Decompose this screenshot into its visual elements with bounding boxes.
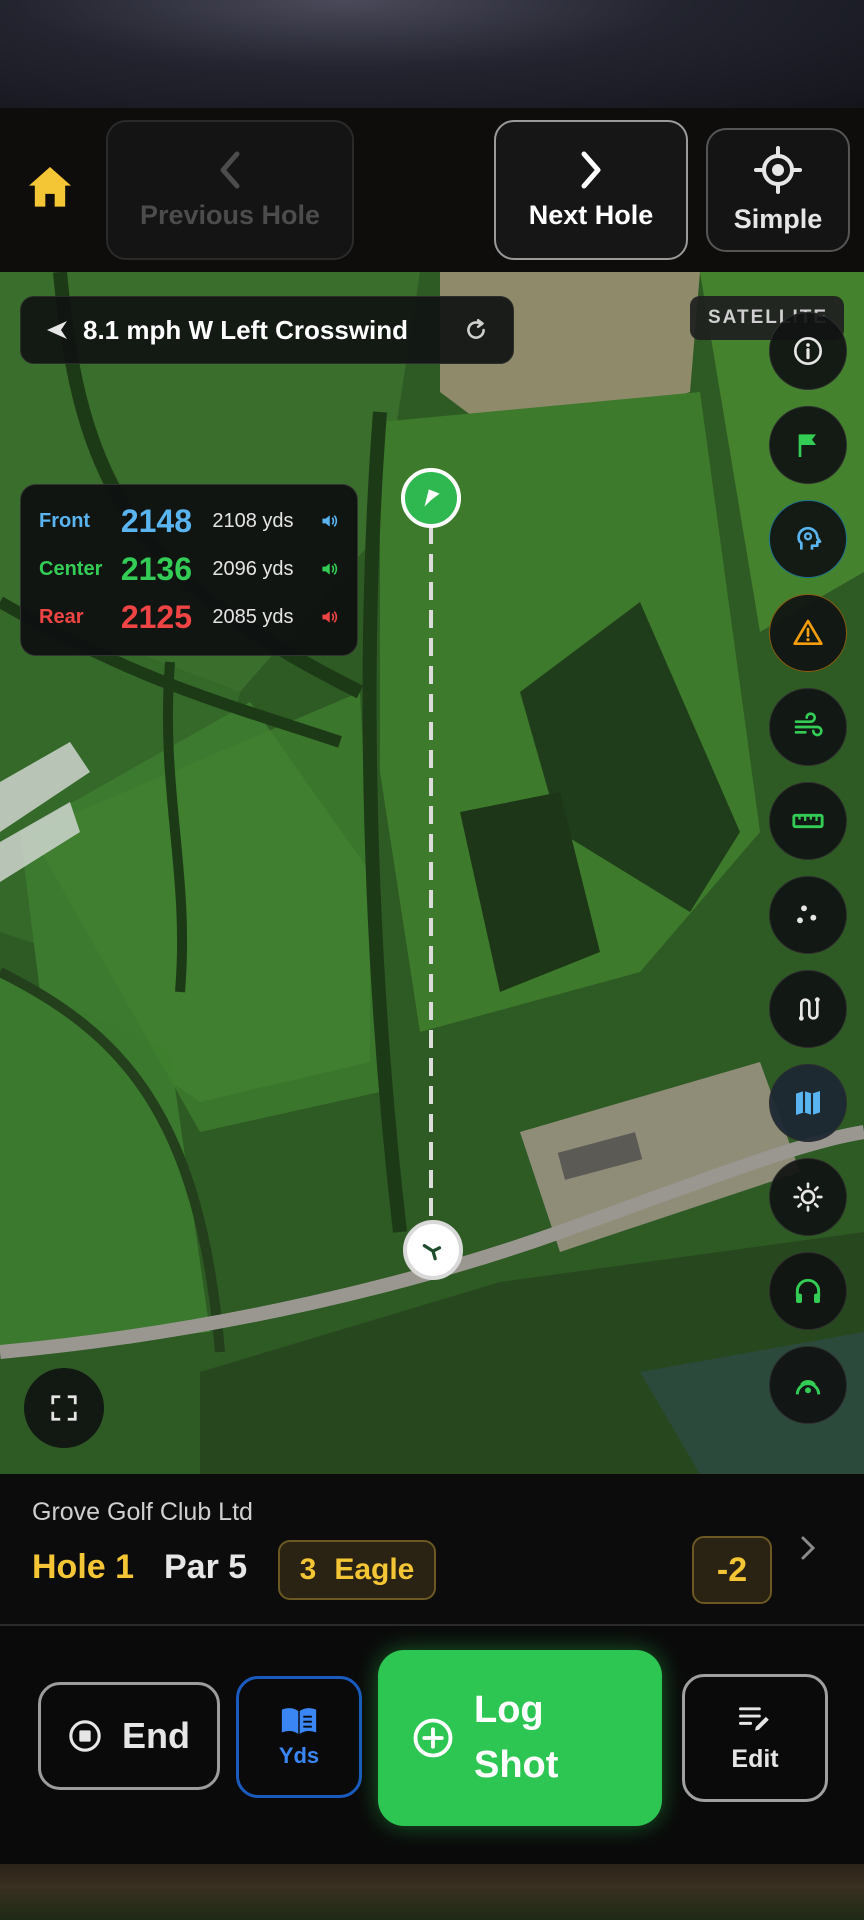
previous-hole-button[interactable]: Previous Hole [106,120,354,260]
background-photo-top [0,0,864,108]
headphones-icon [795,1278,821,1303]
fullscreen-button[interactable] [24,1368,104,1448]
front-yards: 2108 yds [212,509,294,532]
log-shot-button[interactable]: Log Shot [378,1650,662,1826]
flag-icon [798,434,816,457]
hole-score: 3 [299,1553,317,1586]
tee-icon [422,1244,442,1261]
voice-caddie-button[interactable] [769,1346,847,1424]
hole-score-badge: 3 Eagle [278,1540,436,1600]
log-label-line2: Shot [474,1744,559,1786]
measure-button[interactable] [769,782,847,860]
add-circle-icon [413,1718,453,1758]
wind-icon [794,712,823,737]
distance-row-rear: Rear 2125 2085 yds [39,593,339,641]
hole-par: Par 5 [164,1548,248,1586]
yds-label: Yds [278,1743,320,1768]
audio-button[interactable] [769,1252,847,1330]
end-label: End [122,1715,190,1756]
info-button[interactable] [769,312,847,390]
next-hole-label: Next Hole [528,199,654,230]
rear-label: Rear [39,605,84,628]
edit-button[interactable]: Edit [682,1674,828,1802]
center-label: Center [39,557,103,580]
map-layer-button[interactable] [769,1064,847,1142]
distance-row-front: Front 2148 2108 yds [39,497,339,545]
wind-text: 8.1 mph W Left Crosswind [83,314,409,345]
route-icon [798,997,820,1021]
rear-yards: 2085 yds [212,605,294,628]
route-button[interactable] [769,970,847,1048]
caddie-button[interactable] [769,500,847,578]
wind-button[interactable] [769,688,847,766]
end-round-button[interactable]: End [38,1682,220,1790]
flag-icon [424,489,440,507]
front-label: Front [39,509,91,532]
speaker-icon[interactable] [320,559,339,579]
info-icon [794,337,822,365]
brightness-icon [793,1182,823,1212]
shot-dispersion-button[interactable] [769,876,847,954]
chevron-left-icon [220,151,240,188]
log-shot-label: Log Shot [474,1683,594,1793]
log-label-line1: Log [474,1688,544,1731]
dots-icon [797,905,817,924]
pin-position-button[interactable] [769,406,847,484]
map-terrain [0,272,864,1474]
home-button[interactable] [22,160,78,216]
speaker-icon[interactable] [320,607,339,627]
ruler-icon [792,813,824,829]
rear-value: 2125 [120,598,192,635]
previous-hole-label: Previous Hole [139,199,321,230]
distance-row-center: Center 2136 2096 yds [39,545,339,593]
next-hole-button[interactable]: Next Hole [494,120,688,260]
warning-icon [793,619,823,645]
refresh-icon[interactable] [463,317,489,343]
edit-icon [738,1706,769,1731]
center-value: 2136 [120,550,192,587]
stop-icon [69,1720,101,1752]
total-score: -2 [716,1550,748,1589]
course-name: Grove Golf Club Ltd [32,1498,253,1526]
background-photo-bottom [0,1864,864,1920]
total-score-badge: -2 [692,1536,772,1604]
wind-indicator[interactable]: 8.1 mph W Left Crosswind [20,296,514,364]
simple-mode-button[interactable]: Simple [706,128,850,252]
brightness-button[interactable] [769,1158,847,1236]
distance-card: Front 2148 2108 yds Center 2136 2096 yds… [20,484,358,656]
speaker-icon[interactable] [320,511,339,531]
fullscreen-icon [51,1395,77,1421]
center-yards: 2096 yds [212,557,294,580]
book-icon [281,1708,317,1734]
simple-label: Simple [733,203,823,234]
hole-score-name: Eagle [334,1553,415,1586]
chevron-right-icon [581,151,601,188]
front-value: 2148 [120,502,192,539]
hazards-button[interactable] [769,594,847,672]
chevron-right-icon[interactable] [796,1532,820,1564]
yardage-book-button[interactable]: Yds [236,1676,362,1798]
wind-direction-icon [47,321,67,339]
tee-position-marker[interactable] [403,1220,463,1280]
edit-label: Edit [731,1744,779,1773]
map-icon [796,1091,820,1115]
caddie-icon [797,526,822,550]
home-icon [29,167,71,207]
satellite-map[interactable] [0,272,864,1474]
hole-number: Hole 1 [32,1548,135,1586]
green-flag-marker[interactable] [401,468,461,528]
voice-icon [795,1380,821,1395]
gps-target-icon [754,145,802,194]
